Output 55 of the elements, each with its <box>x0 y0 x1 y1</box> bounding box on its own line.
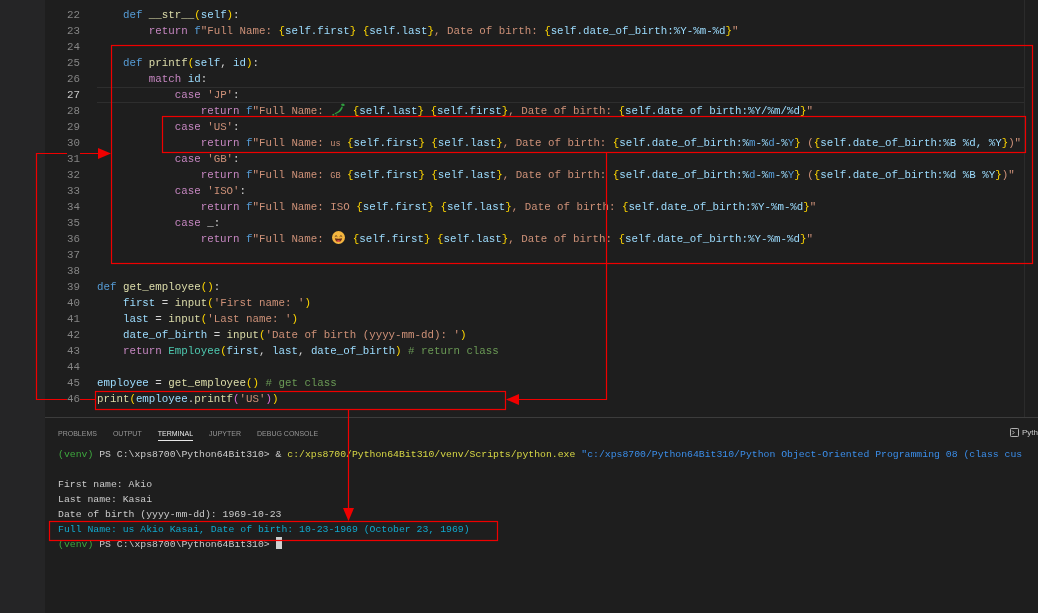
map-icon <box>332 103 346 116</box>
terminal-icon[interactable] <box>1010 428 1019 437</box>
line-number: 26 <box>67 73 80 85</box>
line-number: 35 <box>67 217 80 229</box>
terminal-line: Full Name: us Akio Kasai, Date of birth: 10-23-1969 (October 23, 1969) <box>58 524 470 535</box>
line-number: 32 <box>67 169 80 181</box>
line-number: 42 <box>67 329 80 341</box>
line-number: 27 <box>67 89 80 101</box>
code-line: def __str__(self): <box>122 9 240 21</box>
line-number: 30 <box>67 137 80 149</box>
code-fragment: return f"Full Name: <box>200 233 325 245</box>
code-line: def get_employee(): <box>97 281 221 293</box>
code-line: first = input('First name: ') <box>122 297 311 309</box>
terminal-name[interactable]: Pyth <box>1022 427 1038 438</box>
code-line: case 'ISO': <box>174 185 247 197</box>
line-number: 39 <box>67 281 80 293</box>
code-fragment: {self.last} {self.first}, Date of birth: {self.date of birth:%Y/%m/%d}" <box>352 105 813 117</box>
terminal-line: Last name: Kasai <box>58 494 153 505</box>
code-line: def printf(self, id): <box>122 57 260 69</box>
code-line: return f"Full Name: GB {self.first} {self.last}, Date of birth: {self.date_of_birth:%d-%m-%Y} ({self.date_of_birth:%d %B %Y})" <box>200 169 1015 181</box>
terminal-line: First name: Akio <box>58 479 153 490</box>
code-line: return f"Full Name: {self.first} {self.last}, Date of birth: {self.date_of_birth:%Y-%m-%d}" <box>148 25 739 37</box>
line-number: 28 <box>67 105 80 117</box>
line-number: 31 <box>67 153 80 165</box>
line-number: 43 <box>67 345 80 357</box>
line-number: 46 <box>67 393 80 405</box>
code-line: match id: <box>148 73 208 85</box>
smiley-icon <box>332 231 346 244</box>
line-number: 22 <box>67 9 80 21</box>
code-line: return f"Full Name: us {self.first} {self.last}, Date of birth: {self.date_of_birth:%m-%d-%Y} ({self.date_of_birth:%B %d, %Y})" <box>200 137 1022 149</box>
line-number: 24 <box>67 41 80 53</box>
line-number: 23 <box>67 25 80 37</box>
line-number: 44 <box>67 361 80 373</box>
terminal-line: (venv) PS C:\xps8700\Python64Bit310> <box>58 539 270 550</box>
line-number: 29 <box>67 121 80 133</box>
line-number: 40 <box>67 297 80 309</box>
code-line: case 'GB': <box>174 153 240 165</box>
line-number: 34 <box>67 201 80 213</box>
line-number: 41 <box>67 313 80 325</box>
code-fragment: return f"Full Name: <box>200 105 325 117</box>
code-line: case 'JP': <box>174 89 240 101</box>
code-line: print(employee.printf('US')) <box>97 393 279 405</box>
code-line: case 'US': <box>174 121 240 133</box>
code-line: case _: <box>174 217 221 229</box>
code-line: return Employee(first, last, date_of_birth) # return class <box>122 345 499 357</box>
line-number: 37 <box>67 249 80 261</box>
line-number: 33 <box>67 185 80 197</box>
code-line: date_of_birth = input('Date of birth (yyyy-mm-dd): ') <box>122 329 467 341</box>
code-line: employee = get_employee() # get class <box>97 377 337 389</box>
line-number: 38 <box>67 265 80 277</box>
line-number: 45 <box>67 377 80 389</box>
terminal-line: Date of birth (yyyy-mm-dd): 1969-10-23 <box>58 509 282 520</box>
line-number: 25 <box>67 57 80 69</box>
code-line: last = input('Last name: ') <box>122 313 298 325</box>
line-number: 36 <box>67 233 80 245</box>
